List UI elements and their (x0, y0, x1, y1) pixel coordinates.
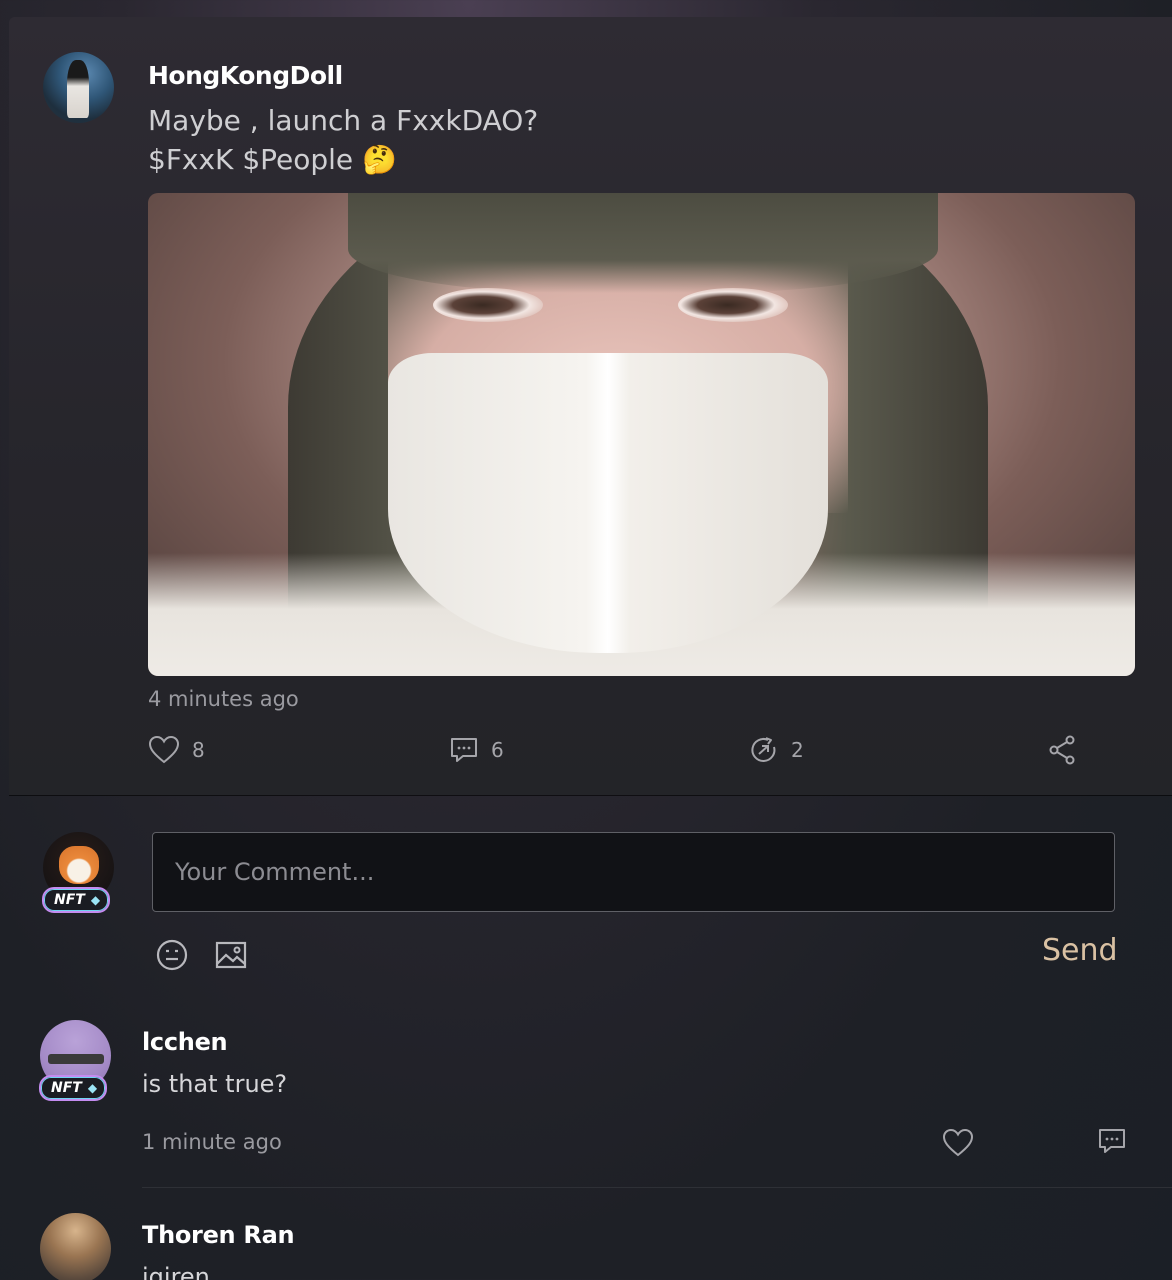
chat-bubble-icon (1099, 1129, 1125, 1153)
share-icon (1049, 735, 1075, 765)
comment-input[interactable] (152, 832, 1115, 912)
image-eye-right (678, 288, 788, 322)
post-timestamp: 4 minutes ago (148, 687, 299, 711)
post-author-avatar[interactable] (43, 52, 114, 123)
like-count: 8 (192, 738, 205, 762)
post-text: Maybe , launch a FxxkDAO? $FxxK $People … (148, 104, 539, 176)
image-upload-button[interactable] (214, 938, 248, 976)
comment-button[interactable]: 6 (449, 733, 504, 767)
nft-badge: NFT ◆ (42, 887, 111, 913)
comment-timestamp: 1 minute ago (142, 1130, 282, 1154)
comment-count: 6 (491, 738, 504, 762)
image-icon (215, 941, 247, 969)
heart-icon (148, 735, 180, 764)
post-card: HongKongDoll Maybe , launch a FxxkDAO? $… (9, 17, 1172, 795)
image-mask (388, 353, 828, 653)
comment-divider (142, 1187, 1172, 1188)
repost-button[interactable]: 2 (749, 733, 804, 767)
nft-badge: NFT ◆ (39, 1075, 108, 1101)
avatar-art (48, 1054, 104, 1064)
image-eye-left (433, 288, 543, 322)
send-button[interactable]: Send (1042, 933, 1118, 968)
heart-icon (942, 1128, 974, 1157)
comment-item: NFT ◆ lcchen is that true? 1 minute ago (9, 1020, 1172, 1188)
like-button[interactable]: 8 (148, 733, 205, 767)
comment-text: is that true? (142, 1070, 288, 1098)
repost-icon (751, 737, 776, 762)
emoji-button[interactable] (155, 938, 189, 976)
fox-avatar-art (59, 846, 99, 884)
comment-author-avatar[interactable] (40, 1213, 111, 1280)
share-button[interactable] (1047, 733, 1077, 767)
repost-count: 2 (791, 738, 804, 762)
image-bangs (348, 193, 938, 293)
diamond-icon: ◆ (87, 1081, 98, 1095)
comment-author-name[interactable]: lcchen (142, 1028, 228, 1056)
post-author-name[interactable]: HongKongDoll (148, 61, 343, 90)
diamond-icon: ◆ (90, 893, 101, 907)
avatar-figure (67, 60, 89, 118)
comment-like-button[interactable] (942, 1128, 974, 1162)
nft-badge-label: NFT (54, 892, 85, 908)
comment-text: iqiren (142, 1263, 210, 1280)
comment-item: Thoren Ran iqiren (9, 1213, 1172, 1280)
comment-reply-button[interactable] (1097, 1126, 1127, 1160)
post-image[interactable] (148, 193, 1135, 676)
emoji-icon (156, 939, 188, 971)
chat-bubble-icon (451, 738, 477, 762)
nft-badge-label: NFT (51, 1080, 82, 1096)
comment-section: NFT ◆ Send NFT ◆ lcchen is that true? 1 … (9, 796, 1172, 1280)
comment-author-name[interactable]: Thoren Ran (142, 1221, 295, 1249)
